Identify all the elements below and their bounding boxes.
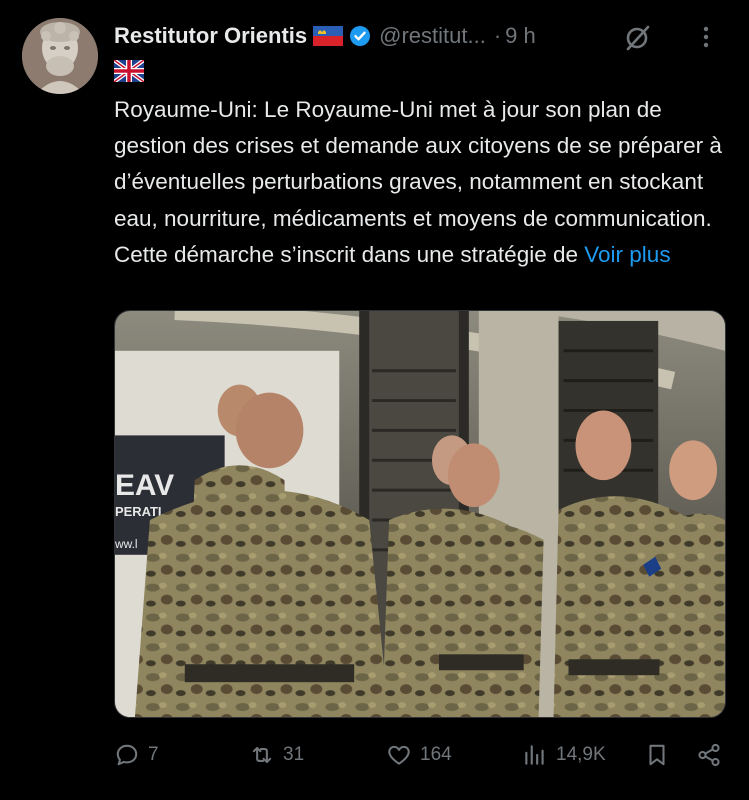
sign-text-2: PERATI <box>115 504 162 519</box>
tweet-text: Royaume-Uni: Le Royaume-Uni met à jour s… <box>114 92 734 273</box>
share-button[interactable] <box>696 735 722 775</box>
sign-text-1: EAV <box>115 469 174 502</box>
view-count: 14,9K <box>556 744 606 765</box>
heart-icon <box>388 745 410 765</box>
post-header: Restitutor Orientis @restitut... · 9 h <box>114 18 729 54</box>
repost-count: 31 <box>283 744 305 765</box>
bust-avatar-image <box>22 18 98 94</box>
bookmark-icon <box>649 744 665 766</box>
liechtenstein-flag-icon <box>313 26 344 46</box>
reply-button[interactable]: 7 <box>114 735 159 775</box>
more-options-icon[interactable] <box>691 22 721 52</box>
share-icon <box>698 743 720 767</box>
avatar[interactable] <box>22 18 98 94</box>
action-bar: 7 31 164 14,9K <box>114 735 726 775</box>
like-button[interactable]: 164 <box>386 735 452 775</box>
tweet-photo[interactable]: EAV PERATI ww.l <box>114 310 726 718</box>
like-count: 164 <box>420 744 452 765</box>
repost-icon <box>252 746 272 764</box>
repost-button[interactable]: 31 <box>249 735 304 775</box>
uk-flag-icon <box>114 60 144 82</box>
bookmark-button[interactable] <box>644 735 670 775</box>
verified-badge-icon <box>350 26 371 46</box>
grok-icon[interactable] <box>623 22 653 52</box>
show-more-link[interactable]: Voir plus <box>584 242 670 267</box>
display-name[interactable]: Restitutor Orientis <box>114 23 307 49</box>
separator-dot: · <box>493 23 502 48</box>
reply-count: 7 <box>148 744 159 765</box>
reply-icon <box>116 744 138 766</box>
analytics-icon <box>525 745 544 765</box>
views-button[interactable]: 14,9K <box>522 735 606 775</box>
handle[interactable]: @restitut... <box>379 23 486 49</box>
soldiers-photo-image: EAV PERATI ww.l <box>115 311 725 717</box>
sign-text-3: ww.l <box>115 537 138 551</box>
timestamp[interactable]: 9 h <box>505 23 536 49</box>
